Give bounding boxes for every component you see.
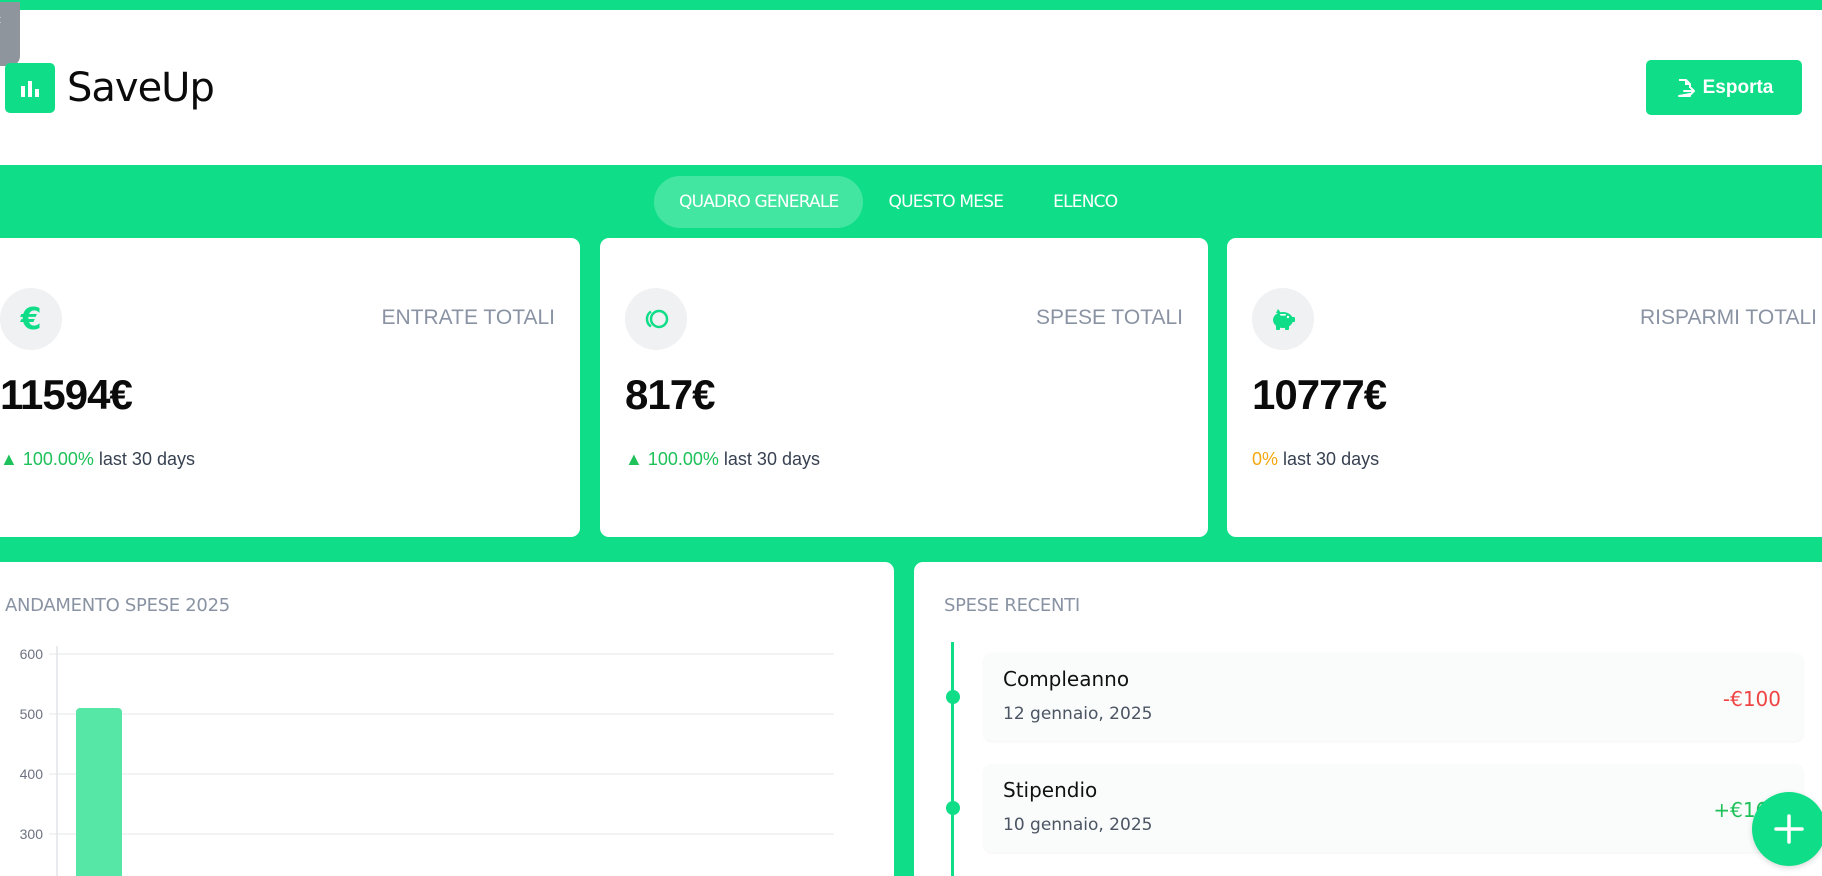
stat-card-spese: SPESE TOTALI 817€ ▲ 100.00% last 30 days (600, 238, 1208, 537)
transaction-amount: -€100 (1722, 687, 1781, 711)
y-tick-label: 500 (20, 706, 44, 722)
chevron-left-icon: ‹ (0, 12, 1, 28)
tab-questo-mese[interactable]: QUESTO MESE (863, 176, 1028, 228)
tab-quadro-generale[interactable]: QUADRO GENERALE (654, 176, 864, 228)
stat-value: 11594€ (0, 371, 133, 418)
list-item[interactable]: Compleanno 12 gennaio, 2025 -€100 (984, 653, 1803, 741)
transaction-date: 12 gennaio, 2025 (1003, 704, 1153, 724)
panel-title: SPESE RECENTI (944, 595, 1080, 616)
sidebar-toggle-tab[interactable]: ‹ (0, 2, 20, 66)
app-name: SaveUp (67, 65, 215, 111)
top-accent-bar (0, 0, 1822, 10)
timeline-line (951, 642, 954, 876)
piggy-bank-icon (1252, 288, 1314, 350)
stat-label: ENTRATE TOTALI (381, 306, 555, 329)
change-percent: 0% (1252, 449, 1279, 469)
change-suffix: last 30 days (1283, 449, 1380, 469)
euro-icon: € (0, 288, 62, 350)
tab-elenco[interactable]: ELENCO (1028, 176, 1142, 228)
change-percent: 100.00% (22, 449, 94, 469)
change-suffix: last 30 days (723, 449, 820, 469)
stat-change: ▲ 100.00% last 30 days (0, 449, 195, 470)
app-header: ‹ SaveUp Esporta (0, 2, 1822, 165)
recent-expenses-panel: SPESE RECENTI Compleanno 12 gennaio, 202… (914, 562, 1822, 876)
stat-value: 817€ (625, 371, 715, 418)
stat-change: ▲ 100.00% last 30 days (625, 449, 820, 470)
timeline-dot (946, 801, 960, 815)
expense-trend-chart: 600 500 400 300 (20, 646, 834, 876)
y-tick-label: 400 (20, 766, 44, 782)
stat-card-risparmi: RISPARMI TOTALI 10777€ 0% last 30 days (1227, 238, 1822, 537)
stat-value: 10777€ (1252, 371, 1387, 418)
export-button-label: Esporta (1702, 76, 1774, 98)
chart-bar[interactable] (76, 708, 122, 876)
y-tick-label: 300 (20, 826, 44, 842)
transaction-title: Compleanno (1003, 667, 1130, 691)
stat-label: RISPARMI TOTALI (1640, 306, 1817, 329)
export-button[interactable]: Esporta (1646, 60, 1802, 115)
transaction-date: 10 gennaio, 2025 (1003, 815, 1153, 835)
timeline-dot (946, 690, 960, 704)
stat-change: 0% last 30 days (1252, 449, 1379, 470)
trend-panel: ANDAMENTO SPESE 2025 600 500 400 300 (0, 562, 894, 876)
trend-up-icon: ▲ (0, 449, 18, 469)
y-tick-label: 600 (20, 646, 44, 662)
change-suffix: last 30 days (98, 449, 195, 469)
coins-icon (625, 288, 687, 350)
bar-chart-icon (5, 63, 55, 113)
transaction-title: Stipendio (1003, 778, 1098, 802)
trend-up-icon: ▲ (625, 449, 643, 469)
list-item[interactable]: Stipendio 10 gennaio, 2025 +€165 (984, 764, 1803, 852)
plus-icon (1774, 814, 1804, 844)
add-transaction-button[interactable] (1752, 792, 1822, 866)
change-percent: 100.00% (647, 449, 719, 469)
stat-card-entrate: € ENTRATE TOTALI 11594€ ▲ 100.00% last 3… (0, 238, 580, 537)
file-export-icon (1677, 78, 1695, 97)
main-tabs: QUADRO GENERALE QUESTO MESE ELENCO (654, 176, 1142, 228)
stat-label: SPESE TOTALI (1035, 306, 1183, 329)
